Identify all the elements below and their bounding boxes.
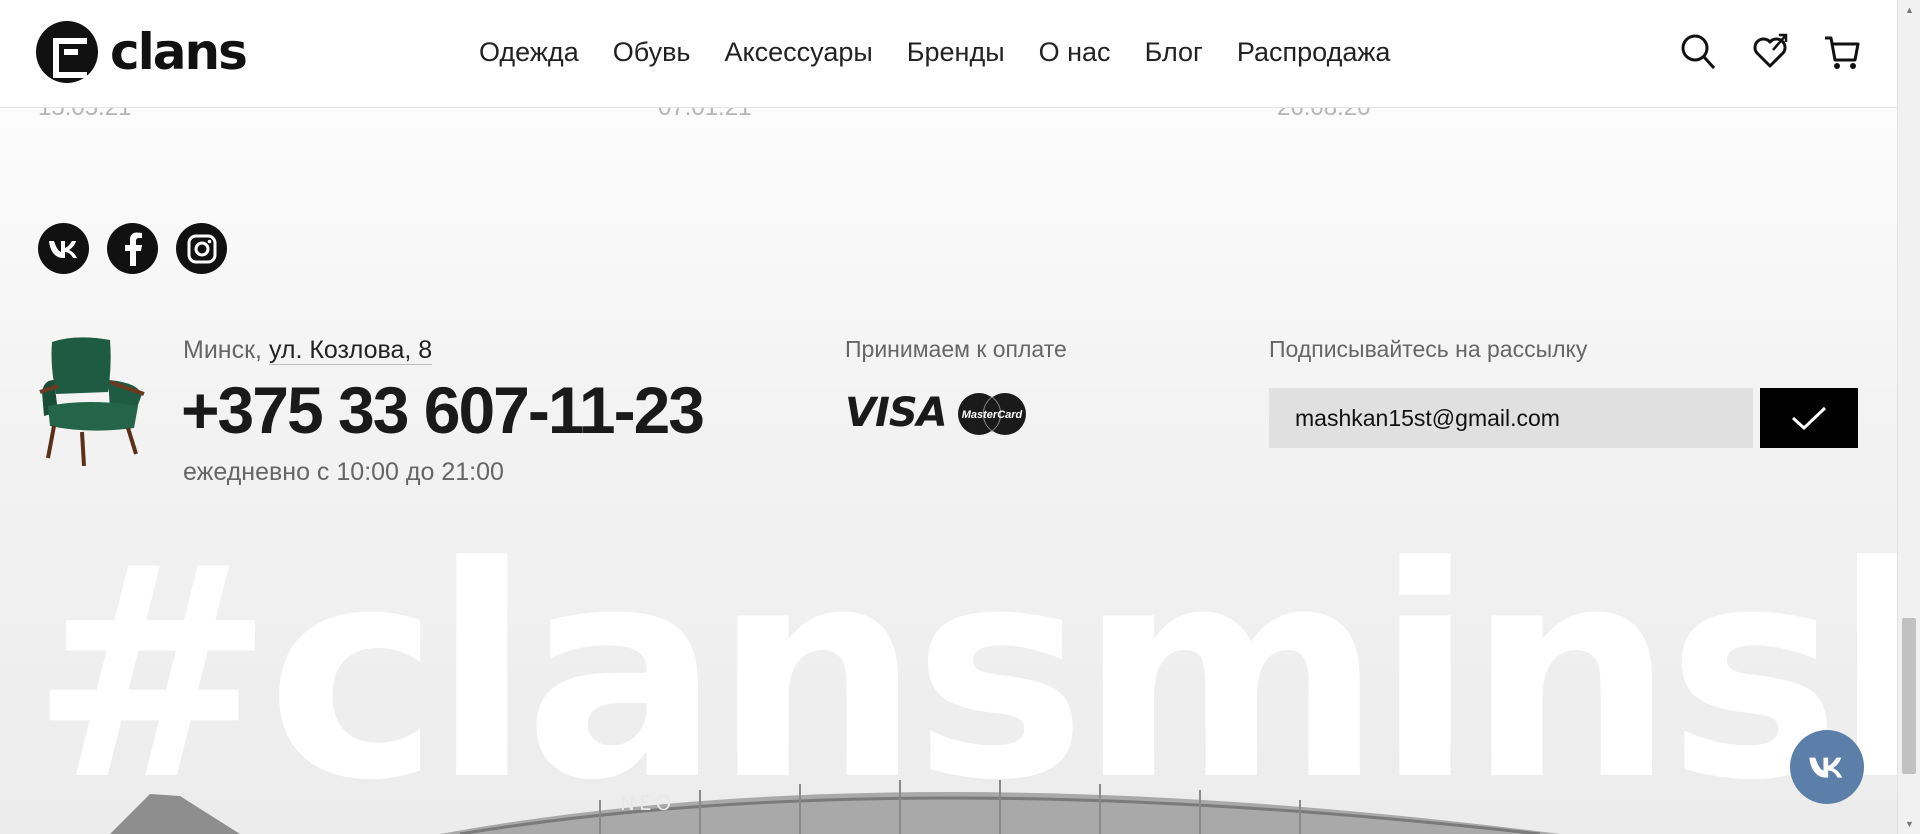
scroll-down-arrow-icon[interactable]: ▼: [1898, 814, 1920, 834]
facebook-icon[interactable]: [107, 223, 158, 274]
opening-hours: ежедневно с 10:00 до 21:00: [183, 458, 504, 486]
nav-item-clothing[interactable]: Одежда: [479, 37, 579, 68]
checkmark-icon: [1791, 406, 1827, 431]
subscribe-button[interactable]: [1760, 388, 1858, 448]
site-header: clans Одежда Обувь Аксессуары Бренды О н…: [0, 0, 1897, 108]
cart-icon[interactable]: [1823, 30, 1861, 72]
instagram-icon[interactable]: [176, 223, 227, 274]
contact-address: Минск, ул. Козлова, 8: [183, 336, 433, 365]
wishlist-icon[interactable]: [1751, 30, 1789, 72]
hashtag-banner: #clansminsk: [30, 504, 1897, 834]
armchair-image: [38, 336, 146, 467]
city-label: Минск,: [183, 336, 262, 364]
nav-item-brands[interactable]: Бренды: [907, 37, 1005, 68]
mastercard-logo: MasterCard: [957, 392, 1027, 436]
logo[interactable]: clans: [36, 20, 248, 84]
payment-title: Принимаем к оплате: [845, 336, 1067, 362]
nav-item-about[interactable]: О нас: [1039, 37, 1111, 68]
address-link[interactable]: ул. Козлова, 8: [268, 336, 433, 365]
page: clans Одежда Обувь Аксессуары Бренды О н…: [0, 0, 1897, 834]
logo-text: clans: [110, 23, 248, 81]
vk-icon[interactable]: [38, 223, 89, 274]
social-links: [38, 223, 227, 274]
vk-icon: [1809, 757, 1843, 778]
mastercard-label: MasterCard: [962, 409, 1023, 421]
logo-mark-icon: [36, 21, 98, 83]
email-field[interactable]: [1269, 388, 1753, 448]
main-nav: Одежда Обувь Аксессуары Бренды О нас Бло…: [479, 37, 1424, 68]
phone-number[interactable]: +375 33 607-11-23: [181, 372, 705, 448]
page-scrollbar[interactable]: ▲ ▼: [1897, 0, 1920, 834]
nav-item-sale[interactable]: Распродажа: [1237, 37, 1391, 68]
subscribe-title: Подписывайтесь на рассылку: [1269, 336, 1588, 362]
visa-logo: VISA: [845, 390, 948, 436]
nav-item-shoes[interactable]: Обувь: [613, 37, 691, 68]
scroll-up-arrow-icon[interactable]: ▲: [1898, 0, 1920, 20]
nav-item-blog[interactable]: Блог: [1145, 37, 1203, 68]
nav-item-accessories[interactable]: Аксессуары: [725, 37, 873, 68]
header-actions: [1679, 30, 1861, 72]
vk-chat-button[interactable]: [1790, 730, 1864, 804]
scrollbar-thumb[interactable]: [1902, 618, 1916, 774]
search-icon[interactable]: [1679, 30, 1717, 72]
